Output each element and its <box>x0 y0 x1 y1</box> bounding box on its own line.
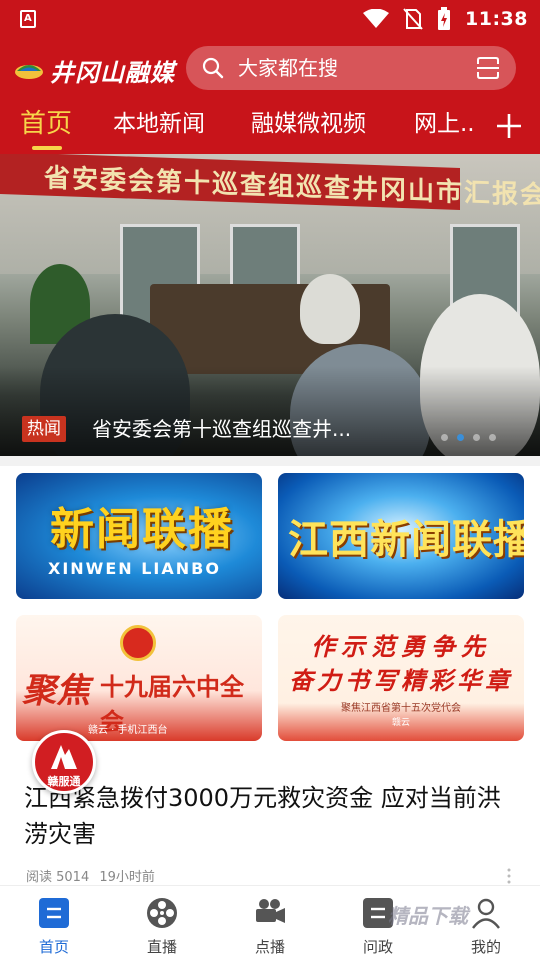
card-footer: 赣云 <box>391 718 410 728</box>
article-title[interactable]: 江西紧急拨付3000万元救灾资金 应对当前洪涝灾害 <box>24 780 524 852</box>
film-reel-icon <box>147 898 177 928</box>
search-icon <box>202 57 224 79</box>
ganfutong-button[interactable]: 赣服通 <box>32 730 96 794</box>
logo-emblem-icon <box>15 65 43 79</box>
tab-local-news[interactable]: 本地新闻 <box>113 108 205 140</box>
card-xinwen-lianbo[interactable]: 新闻联播 XINWEN LIANBO <box>16 473 262 599</box>
wifi-icon <box>363 9 390 28</box>
card-subtitle: XINWEN LIANBO <box>48 559 221 578</box>
clock: 11:38 <box>465 8 528 30</box>
carousel-dot-active[interactable] <box>457 434 464 441</box>
card-jiangxi-news[interactable]: 江西新闻联播 <box>278 473 524 599</box>
logo-text: 井冈山融媒 <box>50 57 175 87</box>
app-logo[interactable]: 井冈山融媒 <box>14 54 175 87</box>
banner-carousel[interactable]: 省安委会第十巡查组巡查井冈山市汇报会 热闻 省安委会第十巡查组巡查井... <box>0 154 540 456</box>
tab-home[interactable]: 首页 <box>20 108 72 140</box>
card-title: 江西新闻联播 <box>288 516 524 563</box>
read-count: 阅读 5014 <box>26 870 90 885</box>
publish-time: 19小时前 <box>99 870 155 885</box>
card-title-left: 聚焦 <box>22 671 90 711</box>
nav-on-demand[interactable]: 点播 <box>216 886 324 960</box>
tab-online[interactable]: 网上... <box>414 108 482 140</box>
channel-tabs: 首页 本地新闻 融媒微视频 网上... <box>0 100 540 154</box>
battery-charging-icon <box>438 7 451 30</box>
nav-live[interactable]: 直播 <box>108 886 216 960</box>
card-footer: 赣云 · 手机江西台 <box>88 725 168 736</box>
search-placeholder: 大家都在搜 <box>238 56 338 80</box>
no-sim-icon <box>403 8 423 30</box>
person-icon <box>472 898 500 929</box>
add-channel-icon[interactable] <box>496 113 522 139</box>
more-options-icon[interactable] <box>506 868 512 884</box>
carousel-dots <box>441 434 496 441</box>
card-line-2: 奋力书写精彩华章 <box>289 666 513 695</box>
card-sixth-plenary[interactable]: 聚焦 十九届六中全会 赣云 · 手机江西台 <box>16 615 262 741</box>
watermark: 精品下载 <box>388 904 468 928</box>
app-header: 井冈山融媒 大家都在搜 <box>0 38 540 100</box>
active-tab-indicator <box>32 146 62 150</box>
app-notification-icon: A <box>20 10 36 28</box>
article-meta: 阅读 5014 19小时前 <box>26 866 155 885</box>
hot-news-badge: 热闻 <box>22 416 66 442</box>
home-icon <box>39 898 69 928</box>
tab-micro-video[interactable]: 融媒微视频 <box>251 108 366 140</box>
fab-label: 赣服通 <box>47 775 81 788</box>
card-line-1: 作示范勇争先 <box>311 632 491 661</box>
card-title: 新闻联播 <box>50 504 234 555</box>
carousel-dot[interactable] <box>489 434 496 441</box>
card-line-3: 聚焦江西省第十五次党代会 <box>341 703 461 714</box>
search-bar[interactable]: 大家都在搜 <box>186 46 516 90</box>
carousel-dot[interactable] <box>441 434 448 441</box>
party-emblem-icon <box>120 625 156 661</box>
video-camera-icon <box>256 899 285 923</box>
scan-icon[interactable] <box>476 56 500 80</box>
banner-title[interactable]: 省安委会第十巡查组巡查井... <box>92 414 351 444</box>
nav-home[interactable]: 首页 <box>0 886 108 960</box>
card-party-congress[interactable]: 作示范勇争先 奋力书写精彩华章 聚焦江西省第十五次党代会 赣云 <box>278 615 524 741</box>
mountain-icon <box>51 745 77 769</box>
status-bar: A 11:38 <box>0 0 540 38</box>
carousel-dot[interactable] <box>473 434 480 441</box>
